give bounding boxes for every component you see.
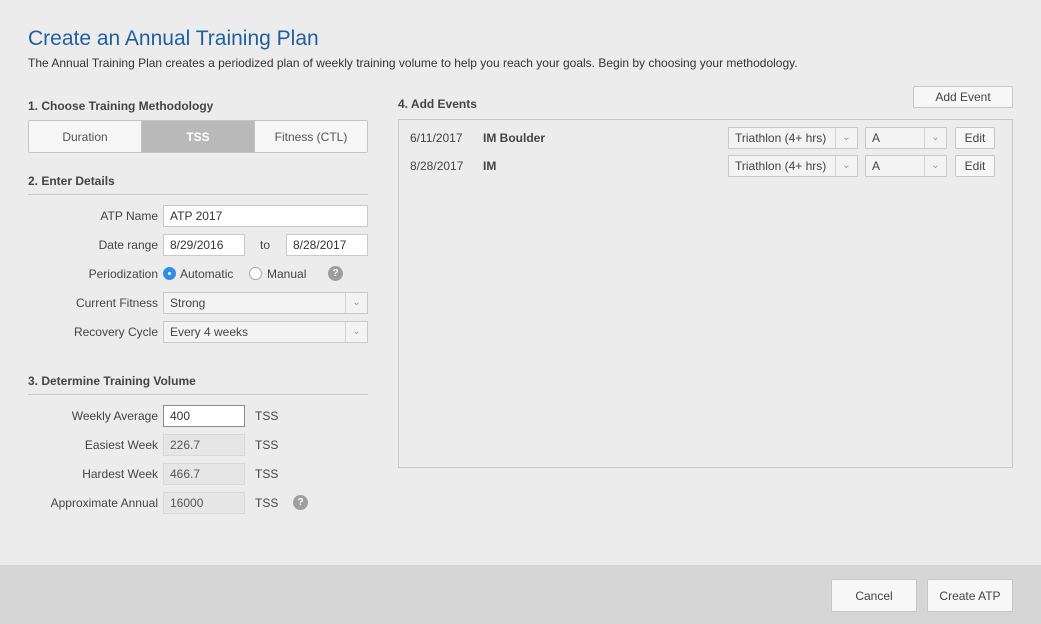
event-date: 6/11/2017 (410, 131, 463, 145)
methodology-segmented-control: Duration TSS Fitness (CTL) (28, 120, 368, 153)
chevron-down-icon: ⌄ (345, 322, 367, 342)
recovery-cycle-label: Recovery Cycle (73, 325, 158, 339)
event-name: IM (483, 159, 497, 173)
create-atp-button[interactable]: Create ATP (927, 579, 1013, 612)
date-start-input[interactable]: 8/29/2016 (163, 234, 245, 256)
page-subtitle: The Annual Training Plan creates a perio… (28, 56, 798, 70)
current-fitness-select[interactable]: Strong ⌄ (163, 292, 368, 314)
event-edit-button[interactable]: Edit (955, 155, 995, 177)
chevron-down-icon: ⌄ (924, 156, 946, 176)
atp-name-input[interactable]: ATP 2017 (163, 205, 368, 227)
chevron-down-icon: ⌄ (835, 128, 857, 148)
cancel-button[interactable]: Cancel (831, 579, 917, 612)
recovery-cycle-value: Every 4 weeks (170, 325, 249, 339)
event-priority-select[interactable]: A ⌄ (865, 127, 947, 149)
methodology-option-fitness-ctl[interactable]: Fitness (CTL) (255, 121, 367, 152)
weekly-average-label: Weekly Average (71, 409, 158, 423)
weekly-average-input[interactable]: 400 (163, 405, 245, 427)
unit-label: TSS (255, 496, 279, 510)
periodization-automatic-label[interactable]: Automatic (180, 267, 233, 281)
easiest-week-value: 226.7 (163, 434, 245, 456)
easiest-week-label: Easiest Week (84, 438, 158, 452)
recovery-cycle-select[interactable]: Every 4 weeks ⌄ (163, 321, 368, 343)
event-date: 8/28/2017 (410, 159, 464, 173)
unit-label: TSS (255, 438, 279, 452)
question-circle-icon[interactable]: ? (328, 266, 343, 281)
periodization-manual-label[interactable]: Manual (267, 267, 306, 281)
section-title-details: 2. Enter Details (28, 174, 115, 188)
methodology-option-tss[interactable]: TSS (142, 121, 255, 152)
periodization-automatic-radio[interactable] (163, 267, 176, 280)
event-priority-select[interactable]: A ⌄ (865, 155, 947, 177)
section-title-events: 4. Add Events (398, 97, 477, 111)
event-type-select[interactable]: Triathlon (4+ hrs) ⌄ (728, 127, 858, 149)
event-priority-value: A (872, 159, 881, 173)
unit-label: TSS (255, 467, 279, 481)
event-priority-value: A (872, 131, 881, 145)
approx-annual-label: Approximate Annual (50, 496, 158, 510)
unit-label: TSS (255, 409, 279, 423)
chevron-down-icon: ⌄ (345, 293, 367, 313)
date-to-label: to (260, 238, 271, 252)
section-title-methodology: 1. Choose Training Methodology (28, 99, 214, 113)
question-circle-icon[interactable]: ? (293, 495, 308, 510)
current-fitness-label: Current Fitness (75, 296, 158, 310)
periodization-manual-radio[interactable] (249, 267, 262, 280)
section-divider (28, 194, 368, 195)
approx-annual-value: 16000 (163, 492, 245, 514)
methodology-option-duration[interactable]: Duration (29, 121, 142, 152)
section-title-volume: 3. Determine Training Volume (28, 374, 196, 388)
event-name: IM Boulder (483, 131, 545, 145)
chevron-down-icon: ⌄ (835, 156, 857, 176)
event-type-select[interactable]: Triathlon (4+ hrs) ⌄ (728, 155, 858, 177)
section-divider (28, 394, 368, 395)
event-type-value: Triathlon (4+ hrs) (735, 159, 827, 173)
chevron-down-icon: ⌄ (924, 128, 946, 148)
current-fitness-value: Strong (170, 296, 206, 310)
hardest-week-value: 466.7 (163, 463, 245, 485)
periodization-label: Periodization (88, 267, 158, 281)
page-title: Create an Annual Training Plan (28, 27, 319, 50)
event-edit-button[interactable]: Edit (955, 127, 995, 149)
hardest-week-label: Hardest Week (82, 467, 158, 481)
add-event-button[interactable]: Add Event (913, 86, 1013, 108)
date-range-label: Date range (98, 238, 158, 252)
date-end-input[interactable]: 8/28/2017 (286, 234, 368, 256)
event-type-value: Triathlon (4+ hrs) (735, 131, 827, 145)
atp-name-label: ATP Name (100, 209, 158, 223)
